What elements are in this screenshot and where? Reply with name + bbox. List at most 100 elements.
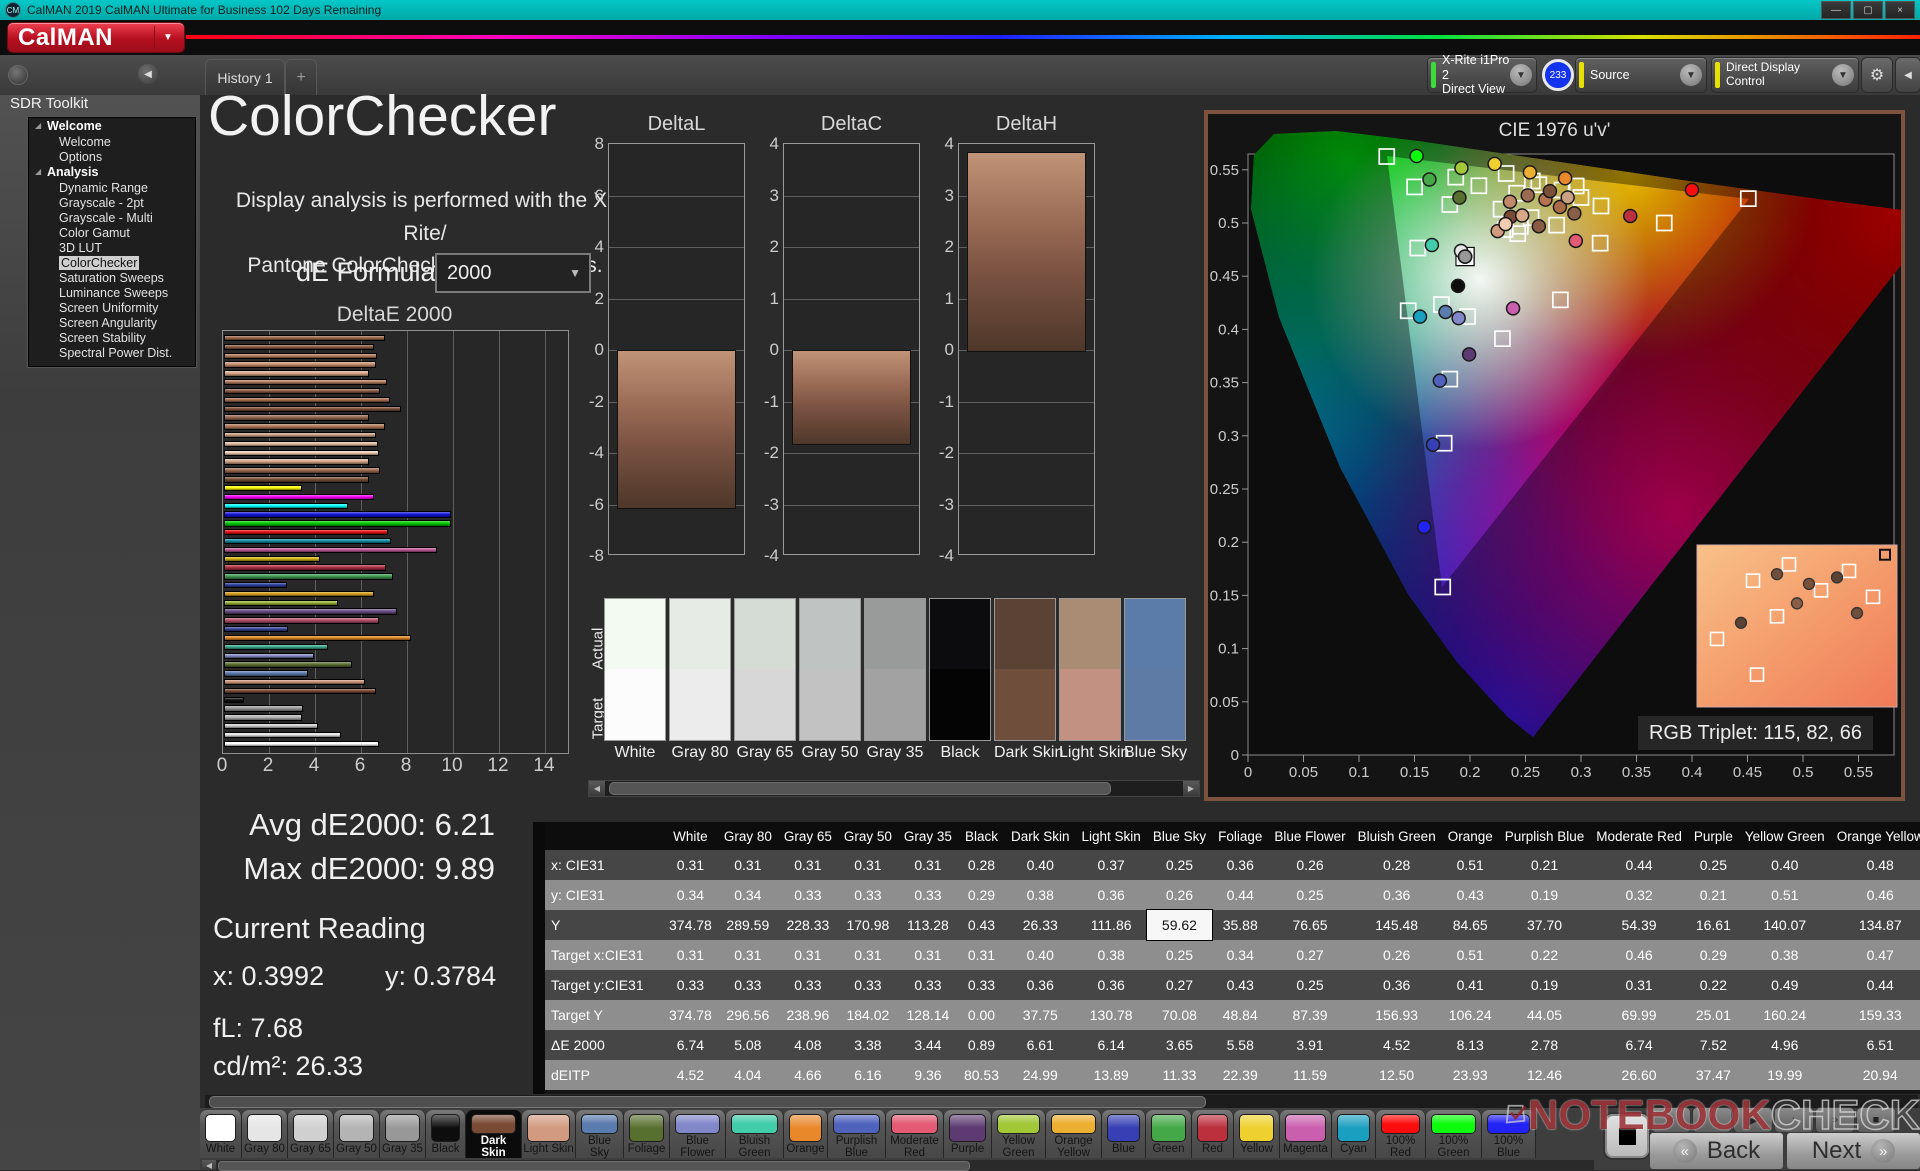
patch-tab-dark-skin[interactable]: Dark Skin (466, 1110, 522, 1159)
table-cell: 0.31 (663, 940, 718, 970)
sidebar-item-color-gamut[interactable]: Color Gamut (29, 225, 195, 240)
tree-section-analysis[interactable]: ◢ Analysis (29, 164, 195, 180)
sidebar-item-screen-angularity[interactable]: Screen Angularity (29, 315, 195, 330)
table-row: Y 374.78 289.59 228.33 170.98 113.28 0.43 26.33… (545, 909, 1920, 941)
patch-tab-yellow[interactable]: Yellow (1234, 1110, 1280, 1158)
patch-tab-100-green[interactable]: 100% Green (1426, 1110, 1482, 1159)
sidebar-item-screen-stability[interactable]: Screen Stability (29, 330, 195, 345)
patch-tab-label: Magenta (1283, 1142, 1328, 1155)
patch-tab-purple[interactable]: Purple (944, 1110, 992, 1158)
gear-icon[interactable]: ⚙ (1862, 58, 1892, 92)
patch-tab-orange-yellow[interactable]: Orange Yellow (1046, 1110, 1102, 1159)
patch-tab-orange[interactable]: Orange (784, 1110, 828, 1158)
sidebar-item-3d-lut[interactable]: 3D LUT (29, 240, 195, 255)
maximize-button[interactable]: ▢ (1853, 1, 1883, 19)
swatch-strip-scrollbar[interactable]: ◀ ▶ (588, 780, 1200, 797)
expand-icon[interactable]: ◢ (35, 167, 41, 176)
panel-collapse-icon[interactable]: ◀ (1896, 58, 1920, 92)
media-button[interactable]: ▶ (1734, 1108, 1772, 1132)
patch-tab-blue-sky[interactable]: Blue Sky (576, 1110, 624, 1159)
table-cell: 12.46 (1498, 1060, 1591, 1090)
axis-tick-label: 12 (487, 755, 509, 776)
sidebar-item-spectral-power-dist-[interactable]: Spectral Power Dist. (29, 345, 195, 360)
tree-section-welcome[interactable]: ◢ Welcome (29, 118, 195, 134)
table-cell: 0.34 (1212, 940, 1269, 970)
table-row-label: x: CIE31 (545, 850, 663, 880)
table-scrollbar[interactable] (205, 1095, 1918, 1108)
calman-logo-button[interactable]: CalMAN ▼ (8, 23, 184, 52)
stop-measure-button[interactable] (1605, 1114, 1649, 1158)
chevron-down-icon[interactable]: ▼ (1680, 64, 1702, 86)
chevron-down-icon[interactable]: ▼ (1510, 64, 1532, 86)
patch-tab-100-blue[interactable]: 100% Blue (1482, 1110, 1536, 1159)
patch-tab-cyan[interactable]: Cyan (1332, 1110, 1376, 1158)
scroll-right-icon[interactable]: ▶ (1183, 781, 1199, 796)
sidebar-item-welcome[interactable]: Welcome (29, 134, 195, 149)
table-cell: 0.21 (1687, 880, 1739, 910)
scroll-left-icon[interactable]: ◀ (589, 781, 605, 796)
media-button[interactable]: ‹ (1693, 1108, 1731, 1132)
patch-tab-yellow-green[interactable]: Yellow Green (992, 1110, 1046, 1159)
sidebar-item-grayscale-multi[interactable]: Grayscale - Multi (29, 210, 195, 225)
patch-tab-100-red[interactable]: 100% Red (1376, 1110, 1426, 1159)
patch-tab-purplish-blue[interactable]: Purplish Blue (828, 1110, 886, 1159)
scrollbar-thumb[interactable] (609, 782, 1111, 795)
table-cell: 0.40 (1738, 850, 1831, 880)
sidebar-item-screen-uniformity[interactable]: Screen Uniformity (29, 300, 195, 315)
next-button[interactable]: Next » (1787, 1133, 1920, 1169)
sidebar-item-luminance-sweeps[interactable]: Luminance Sweeps (29, 285, 195, 300)
de-formula-select[interactable]: 2000 ▼ (437, 255, 589, 291)
patch-tab-gray-50[interactable]: Gray 50 (334, 1110, 380, 1158)
patch-tabs-scrollbar[interactable]: ◀ (202, 1160, 1594, 1171)
de-bar (224, 529, 389, 536)
meter-dropdown[interactable]: X-Rite i1Pro 2 Direct View ▼ (1428, 53, 1536, 96)
table-cell: 0.38 (1075, 940, 1147, 970)
sidebar-collapse-icon[interactable]: ◀ (138, 64, 158, 84)
chevron-down-icon[interactable]: ▼ (1832, 64, 1854, 86)
media-button[interactable]: » (1816, 1108, 1854, 1132)
sidebar-radio-button[interactable] (8, 65, 28, 85)
patch-tab-gray-35[interactable]: Gray 35 (380, 1110, 426, 1158)
footer-bar: White Gray 80 Gray 65 Gray 50 Gray 35 Black Da… (200, 1108, 1920, 1171)
patch-tab-green[interactable]: Green (1146, 1110, 1192, 1158)
close-button[interactable]: × (1885, 1, 1915, 19)
patch-tab-magenta[interactable]: Magenta (1280, 1110, 1332, 1158)
de-bar (224, 414, 369, 421)
patch-tab-blue-flower[interactable]: Blue Flower (670, 1110, 726, 1159)
patch-tab-blue[interactable]: Blue (1102, 1110, 1146, 1158)
sidebar-item-grayscale-2pt[interactable]: Grayscale - 2pt (29, 195, 195, 210)
patch-tab-foliage[interactable]: Foliage (624, 1110, 670, 1158)
cie-title: CIE 1976 u'v' (1498, 120, 1611, 141)
axis-tick-label: -8 (588, 546, 604, 565)
sidebar-item-colorchecker[interactable]: ColorChecker (29, 255, 195, 270)
expand-icon[interactable]: ◢ (35, 121, 41, 130)
patch-tab-label: Foliage (627, 1142, 666, 1155)
sidebar-item-dynamic-range[interactable]: Dynamic Range (29, 180, 195, 195)
patch-color-chip (581, 1114, 618, 1134)
axis-tick-label: 2 (769, 237, 779, 256)
gridline (545, 331, 546, 753)
patch-tab-white[interactable]: White (200, 1110, 242, 1158)
patch-tab-moderate-red[interactable]: Moderate Red (886, 1110, 944, 1159)
sidebar-item-options[interactable]: Options (29, 149, 195, 164)
gridline (784, 247, 919, 248)
patch-tab-gray-80[interactable]: Gray 80 (242, 1110, 288, 1158)
meter-count-badge[interactable]: 233 (1542, 59, 1574, 91)
media-button[interactable]: ■ (1857, 1108, 1895, 1132)
logo-dropdown-icon[interactable]: ▼ (154, 26, 181, 49)
patch-tab-gray-65[interactable]: Gray 65 (288, 1110, 334, 1158)
back-button[interactable]: « Back (1650, 1133, 1783, 1169)
patch-tab-black[interactable]: Black (426, 1110, 466, 1158)
sidebar-item-saturation-sweeps[interactable]: Saturation Sweeps (29, 270, 195, 285)
patch-tab-label: 100% Blue (1493, 1135, 1524, 1160)
media-button[interactable]: « (1652, 1108, 1690, 1132)
source-dropdown[interactable]: Source ▼ (1576, 58, 1706, 92)
patch-tab-bluish-green[interactable]: Bluish Green (726, 1110, 784, 1159)
scrollbar-thumb[interactable] (209, 1096, 1206, 1108)
scroll-left-icon[interactable]: ◀ (202, 1160, 216, 1170)
display-control-dropdown[interactable]: Direct Display Control ▼ (1712, 58, 1858, 92)
media-button[interactable]: › (1775, 1108, 1813, 1132)
patch-tab-light-skin[interactable]: Light Skin (522, 1110, 576, 1158)
patch-tab-red[interactable]: Red (1192, 1110, 1234, 1158)
minimize-button[interactable]: — (1821, 1, 1851, 19)
